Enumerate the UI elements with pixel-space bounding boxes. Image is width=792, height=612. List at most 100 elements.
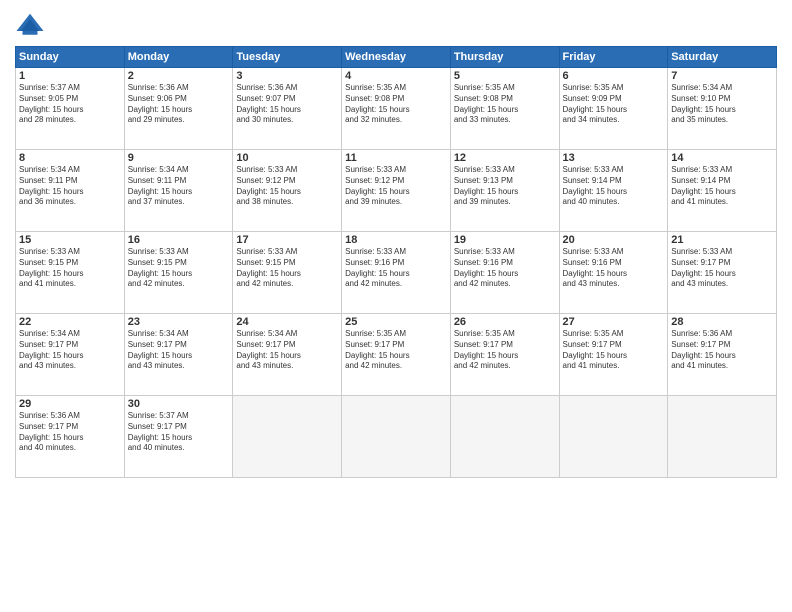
day-number: 20 [563,234,665,246]
day-info: Sunrise: 5:34 AMSunset: 9:10 PMDaylight:… [671,83,773,126]
calendar-row: 22Sunrise: 5:34 AMSunset: 9:17 PMDayligh… [16,314,777,396]
day-info: Sunrise: 5:35 AMSunset: 9:17 PMDaylight:… [563,329,665,372]
day-number: 16 [128,234,230,246]
day-info: Sunrise: 5:33 AMSunset: 9:16 PMDaylight:… [563,247,665,290]
header-tuesday: Tuesday [233,47,342,68]
calendar-cell: 9Sunrise: 5:34 AMSunset: 9:11 PMDaylight… [124,150,233,232]
header-saturday: Saturday [668,47,777,68]
day-info: Sunrise: 5:33 AMSunset: 9:17 PMDaylight:… [671,247,773,290]
calendar-cell: 26Sunrise: 5:35 AMSunset: 9:17 PMDayligh… [450,314,559,396]
calendar-cell: 13Sunrise: 5:33 AMSunset: 9:14 PMDayligh… [559,150,668,232]
calendar-cell: 24Sunrise: 5:34 AMSunset: 9:17 PMDayligh… [233,314,342,396]
day-info: Sunrise: 5:34 AMSunset: 9:17 PMDaylight:… [19,329,121,372]
calendar-cell: 14Sunrise: 5:33 AMSunset: 9:14 PMDayligh… [668,150,777,232]
day-info: Sunrise: 5:34 AMSunset: 9:11 PMDaylight:… [128,165,230,208]
header-friday: Friday [559,47,668,68]
calendar-row: 29Sunrise: 5:36 AMSunset: 9:17 PMDayligh… [16,396,777,478]
day-info: Sunrise: 5:36 AMSunset: 9:17 PMDaylight:… [19,411,121,454]
day-number: 24 [236,316,338,328]
calendar-cell: 1Sunrise: 5:37 AMSunset: 9:05 PMDaylight… [16,68,125,150]
day-info: Sunrise: 5:35 AMSunset: 9:09 PMDaylight:… [563,83,665,126]
day-number: 21 [671,234,773,246]
header-row: SundayMondayTuesdayWednesdayThursdayFrid… [16,47,777,68]
day-number: 29 [19,398,121,410]
day-number: 27 [563,316,665,328]
day-number: 12 [454,152,556,164]
calendar-cell [450,396,559,478]
day-number: 18 [345,234,447,246]
day-number: 17 [236,234,338,246]
calendar-cell: 17Sunrise: 5:33 AMSunset: 9:15 PMDayligh… [233,232,342,314]
day-info: Sunrise: 5:33 AMSunset: 9:13 PMDaylight:… [454,165,556,208]
day-number: 28 [671,316,773,328]
calendar-row: 8Sunrise: 5:34 AMSunset: 9:11 PMDaylight… [16,150,777,232]
calendar-cell: 22Sunrise: 5:34 AMSunset: 9:17 PMDayligh… [16,314,125,396]
calendar-cell [342,396,451,478]
header-monday: Monday [124,47,233,68]
calendar-row: 15Sunrise: 5:33 AMSunset: 9:15 PMDayligh… [16,232,777,314]
calendar-cell: 8Sunrise: 5:34 AMSunset: 9:11 PMDaylight… [16,150,125,232]
day-info: Sunrise: 5:33 AMSunset: 9:15 PMDaylight:… [19,247,121,290]
day-number: 8 [19,152,121,164]
day-info: Sunrise: 5:33 AMSunset: 9:16 PMDaylight:… [345,247,447,290]
day-number: 11 [345,152,447,164]
day-info: Sunrise: 5:33 AMSunset: 9:15 PMDaylight:… [236,247,338,290]
day-number: 30 [128,398,230,410]
calendar-cell: 18Sunrise: 5:33 AMSunset: 9:16 PMDayligh… [342,232,451,314]
day-number: 13 [563,152,665,164]
day-info: Sunrise: 5:34 AMSunset: 9:11 PMDaylight:… [19,165,121,208]
calendar-cell: 12Sunrise: 5:33 AMSunset: 9:13 PMDayligh… [450,150,559,232]
day-number: 22 [19,316,121,328]
day-info: Sunrise: 5:36 AMSunset: 9:17 PMDaylight:… [671,329,773,372]
day-info: Sunrise: 5:37 AMSunset: 9:17 PMDaylight:… [128,411,230,454]
day-number: 6 [563,70,665,82]
day-info: Sunrise: 5:35 AMSunset: 9:17 PMDaylight:… [345,329,447,372]
calendar-cell: 4Sunrise: 5:35 AMSunset: 9:08 PMDaylight… [342,68,451,150]
calendar-cell: 2Sunrise: 5:36 AMSunset: 9:06 PMDaylight… [124,68,233,150]
calendar-cell: 7Sunrise: 5:34 AMSunset: 9:10 PMDaylight… [668,68,777,150]
day-number: 26 [454,316,556,328]
day-info: Sunrise: 5:33 AMSunset: 9:14 PMDaylight:… [563,165,665,208]
day-info: Sunrise: 5:36 AMSunset: 9:06 PMDaylight:… [128,83,230,126]
day-number: 19 [454,234,556,246]
calendar-cell: 23Sunrise: 5:34 AMSunset: 9:17 PMDayligh… [124,314,233,396]
calendar-cell: 29Sunrise: 5:36 AMSunset: 9:17 PMDayligh… [16,396,125,478]
calendar-cell: 21Sunrise: 5:33 AMSunset: 9:17 PMDayligh… [668,232,777,314]
calendar-cell [233,396,342,478]
day-number: 4 [345,70,447,82]
calendar-cell: 6Sunrise: 5:35 AMSunset: 9:09 PMDaylight… [559,68,668,150]
day-number: 23 [128,316,230,328]
day-info: Sunrise: 5:33 AMSunset: 9:12 PMDaylight:… [236,165,338,208]
day-number: 15 [19,234,121,246]
calendar-cell: 25Sunrise: 5:35 AMSunset: 9:17 PMDayligh… [342,314,451,396]
calendar-table: SundayMondayTuesdayWednesdayThursdayFrid… [15,46,777,478]
calendar-cell: 16Sunrise: 5:33 AMSunset: 9:15 PMDayligh… [124,232,233,314]
day-number: 14 [671,152,773,164]
page: SundayMondayTuesdayWednesdayThursdayFrid… [0,0,792,612]
day-number: 7 [671,70,773,82]
calendar-cell: 28Sunrise: 5:36 AMSunset: 9:17 PMDayligh… [668,314,777,396]
calendar-cell: 19Sunrise: 5:33 AMSunset: 9:16 PMDayligh… [450,232,559,314]
day-number: 9 [128,152,230,164]
calendar-cell: 27Sunrise: 5:35 AMSunset: 9:17 PMDayligh… [559,314,668,396]
calendar-cell: 20Sunrise: 5:33 AMSunset: 9:16 PMDayligh… [559,232,668,314]
day-info: Sunrise: 5:35 AMSunset: 9:08 PMDaylight:… [345,83,447,126]
header-sunday: Sunday [16,47,125,68]
day-number: 1 [19,70,121,82]
day-number: 5 [454,70,556,82]
day-number: 25 [345,316,447,328]
calendar-cell: 5Sunrise: 5:35 AMSunset: 9:08 PMDaylight… [450,68,559,150]
day-info: Sunrise: 5:33 AMSunset: 9:15 PMDaylight:… [128,247,230,290]
day-info: Sunrise: 5:34 AMSunset: 9:17 PMDaylight:… [236,329,338,372]
day-info: Sunrise: 5:33 AMSunset: 9:12 PMDaylight:… [345,165,447,208]
day-info: Sunrise: 5:34 AMSunset: 9:17 PMDaylight:… [128,329,230,372]
header-wednesday: Wednesday [342,47,451,68]
day-number: 3 [236,70,338,82]
calendar-cell: 10Sunrise: 5:33 AMSunset: 9:12 PMDayligh… [233,150,342,232]
calendar-row: 1Sunrise: 5:37 AMSunset: 9:05 PMDaylight… [16,68,777,150]
calendar-cell: 3Sunrise: 5:36 AMSunset: 9:07 PMDaylight… [233,68,342,150]
logo [15,10,49,40]
header [15,10,777,40]
day-number: 10 [236,152,338,164]
day-number: 2 [128,70,230,82]
